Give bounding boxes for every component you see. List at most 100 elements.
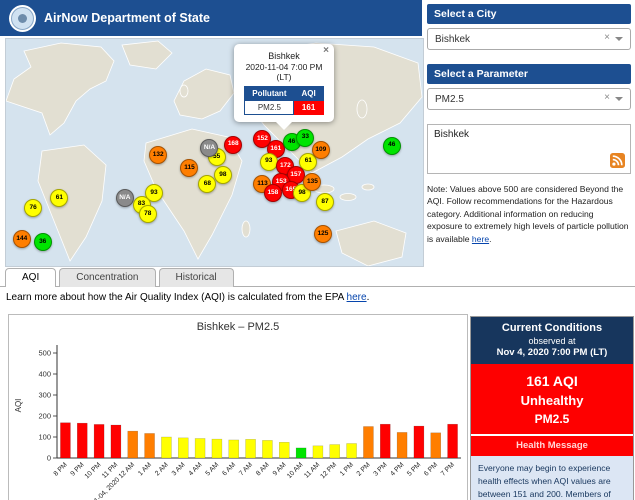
chart-bar[interactable]: [246, 439, 256, 458]
note-here-link[interactable]: here: [472, 234, 489, 244]
popup-arrow: [276, 122, 292, 130]
x-axis-label: 7 PM: [440, 461, 456, 477]
chart-bar[interactable]: [296, 448, 306, 458]
aqi-marker[interactable]: N/A: [116, 189, 134, 207]
parameter-select[interactable]: PM2.5 ×: [427, 88, 631, 110]
x-axis-label: 4 PM: [389, 461, 405, 477]
popup-pollutant-value: PM2.5: [245, 101, 294, 115]
observed-at-label: observed at: [475, 336, 629, 346]
aqi-status-box: 161 AQI Unhealthy PM2.5: [471, 364, 633, 434]
aqi-marker[interactable]: 115: [180, 159, 198, 177]
chart-bar[interactable]: [262, 440, 272, 458]
world-map[interactable]: 13211555N/A16898681521614633931726110915…: [5, 38, 424, 267]
chart-bar[interactable]: [60, 423, 70, 458]
learn-more-text: Learn more about how the Air Quality Ind…: [6, 292, 369, 303]
aqi-marker[interactable]: 68: [198, 175, 216, 193]
chart-bar[interactable]: [229, 440, 239, 458]
popup-datetime: 2020-11-04 7:00 PM: [238, 62, 330, 72]
popup-pollutant-header: Pollutant: [245, 87, 294, 101]
x-axis-label: 1 PM: [339, 461, 355, 477]
chart-canvas: 0100200300400500AQI8 PM9 PM10 PM11 PM11-…: [9, 315, 467, 500]
x-axis-label: 5 AM: [204, 461, 220, 477]
aqi-marker[interactable]: 76: [24, 199, 42, 217]
chart-bar[interactable]: [195, 438, 205, 458]
aqi-marker[interactable]: 46: [383, 137, 401, 155]
aqi-note: Note: Values above 500 are considered Be…: [427, 183, 631, 245]
chart-bar[interactable]: [279, 442, 289, 458]
y-axis-tick-label: 300: [38, 391, 51, 400]
aqi-marker[interactable]: 144: [13, 230, 31, 248]
sidebar: Select a City Bishkek × Select a Paramet…: [427, 4, 631, 245]
aqi-marker[interactable]: 158: [264, 184, 282, 202]
popup-close-icon[interactable]: ×: [323, 45, 329, 56]
chart-bar[interactable]: [330, 445, 340, 458]
x-axis-label: 6 AM: [221, 461, 237, 477]
x-axis-label: 10 AM: [286, 461, 305, 480]
chart-bar[interactable]: [347, 444, 357, 458]
aqi-marker[interactable]: 61: [50, 189, 68, 207]
airnow-page: AirNow Department of State 13211555N/A16…: [0, 0, 635, 500]
aqi-marker[interactable]: 135: [303, 173, 321, 191]
chart-bar[interactable]: [178, 438, 188, 458]
y-axis-tick-label: 500: [38, 349, 51, 358]
chart-bar[interactable]: [380, 424, 390, 458]
city-select[interactable]: Bishkek ×: [427, 28, 631, 50]
aqi-marker[interactable]: 98: [214, 166, 232, 184]
aqi-category: Unhealthy: [475, 393, 629, 408]
parameter-select-value: PM2.5: [435, 94, 464, 105]
popup-aqi-value: 161: [294, 101, 323, 115]
y-axis-tick-label: 400: [38, 370, 51, 379]
chart-bar[interactable]: [313, 446, 323, 458]
chart-bar[interactable]: [448, 424, 458, 458]
map-popup: × Bishkek 2020-11-04 7:00 PM (LT) Pollut…: [234, 44, 334, 122]
current-conditions-panel: Current Conditions observed at Nov 4, 20…: [470, 316, 634, 500]
rss-feed-box: Bishkek: [427, 124, 631, 174]
current-conditions-title: Current Conditions: [475, 322, 629, 334]
chart-bar[interactable]: [363, 427, 373, 459]
parameter-clear-icon[interactable]: ×: [604, 92, 610, 103]
tab-concentration[interactable]: Concentration: [59, 268, 155, 287]
aqi-marker[interactable]: 132: [149, 146, 167, 164]
learn-more-here-link[interactable]: here: [347, 292, 367, 303]
chart-bar[interactable]: [145, 433, 155, 458]
health-message-header: Health Message: [471, 434, 633, 456]
aqi-marker[interactable]: 109: [312, 141, 330, 159]
aqi-marker[interactable]: 125: [314, 225, 332, 243]
chart-bar[interactable]: [161, 437, 171, 458]
aqi-marker[interactable]: 93: [260, 153, 278, 171]
chart-bar[interactable]: [212, 439, 222, 458]
aqi-bar-chart: 0100200300400500AQI8 PM9 PM10 PM11 PM11-…: [8, 314, 468, 500]
aqi-marker[interactable]: 33: [296, 129, 314, 147]
rss-icon[interactable]: [610, 153, 625, 168]
x-axis-label: 3 PM: [372, 461, 388, 477]
aqi-marker[interactable]: N/A: [200, 139, 218, 157]
x-axis-label: 1 AM: [137, 461, 153, 477]
aqi-marker[interactable]: 78: [139, 205, 157, 223]
health-message-text: Everyone may begin to experience health …: [471, 456, 633, 500]
map-markers: 13211555N/A16898681521614633931726110915…: [6, 39, 423, 266]
chart-bar[interactable]: [414, 426, 424, 458]
chart-bar[interactable]: [77, 423, 87, 458]
chevron-down-icon[interactable]: [615, 97, 623, 101]
popup-city: Bishkek: [238, 51, 330, 61]
aqi-marker[interactable]: 87: [316, 193, 334, 211]
x-axis-label: 6 PM: [423, 461, 439, 477]
chart-bar[interactable]: [111, 425, 121, 458]
x-axis-label: 8 AM: [255, 461, 271, 477]
aqi-marker[interactable]: 36: [34, 233, 52, 251]
chevron-down-icon[interactable]: [615, 37, 623, 41]
rss-city-label: Bishkek: [434, 129, 469, 140]
city-clear-icon[interactable]: ×: [604, 32, 610, 43]
tab-aqi[interactable]: AQI: [5, 268, 56, 287]
aqi-parameter: PM2.5: [475, 412, 629, 426]
aqi-marker[interactable]: 168: [224, 136, 242, 154]
y-axis-title: AQI: [14, 399, 23, 413]
learn-more-suffix: .: [367, 292, 370, 303]
tab-historical[interactable]: Historical: [159, 268, 234, 287]
chart-bar[interactable]: [128, 431, 138, 458]
x-axis-label: 2 AM: [154, 461, 170, 477]
chart-bar[interactable]: [397, 432, 407, 458]
learn-more-prefix: Learn more about how the Air Quality Ind…: [6, 292, 347, 303]
chart-bar[interactable]: [94, 424, 104, 458]
chart-bar[interactable]: [431, 433, 441, 458]
